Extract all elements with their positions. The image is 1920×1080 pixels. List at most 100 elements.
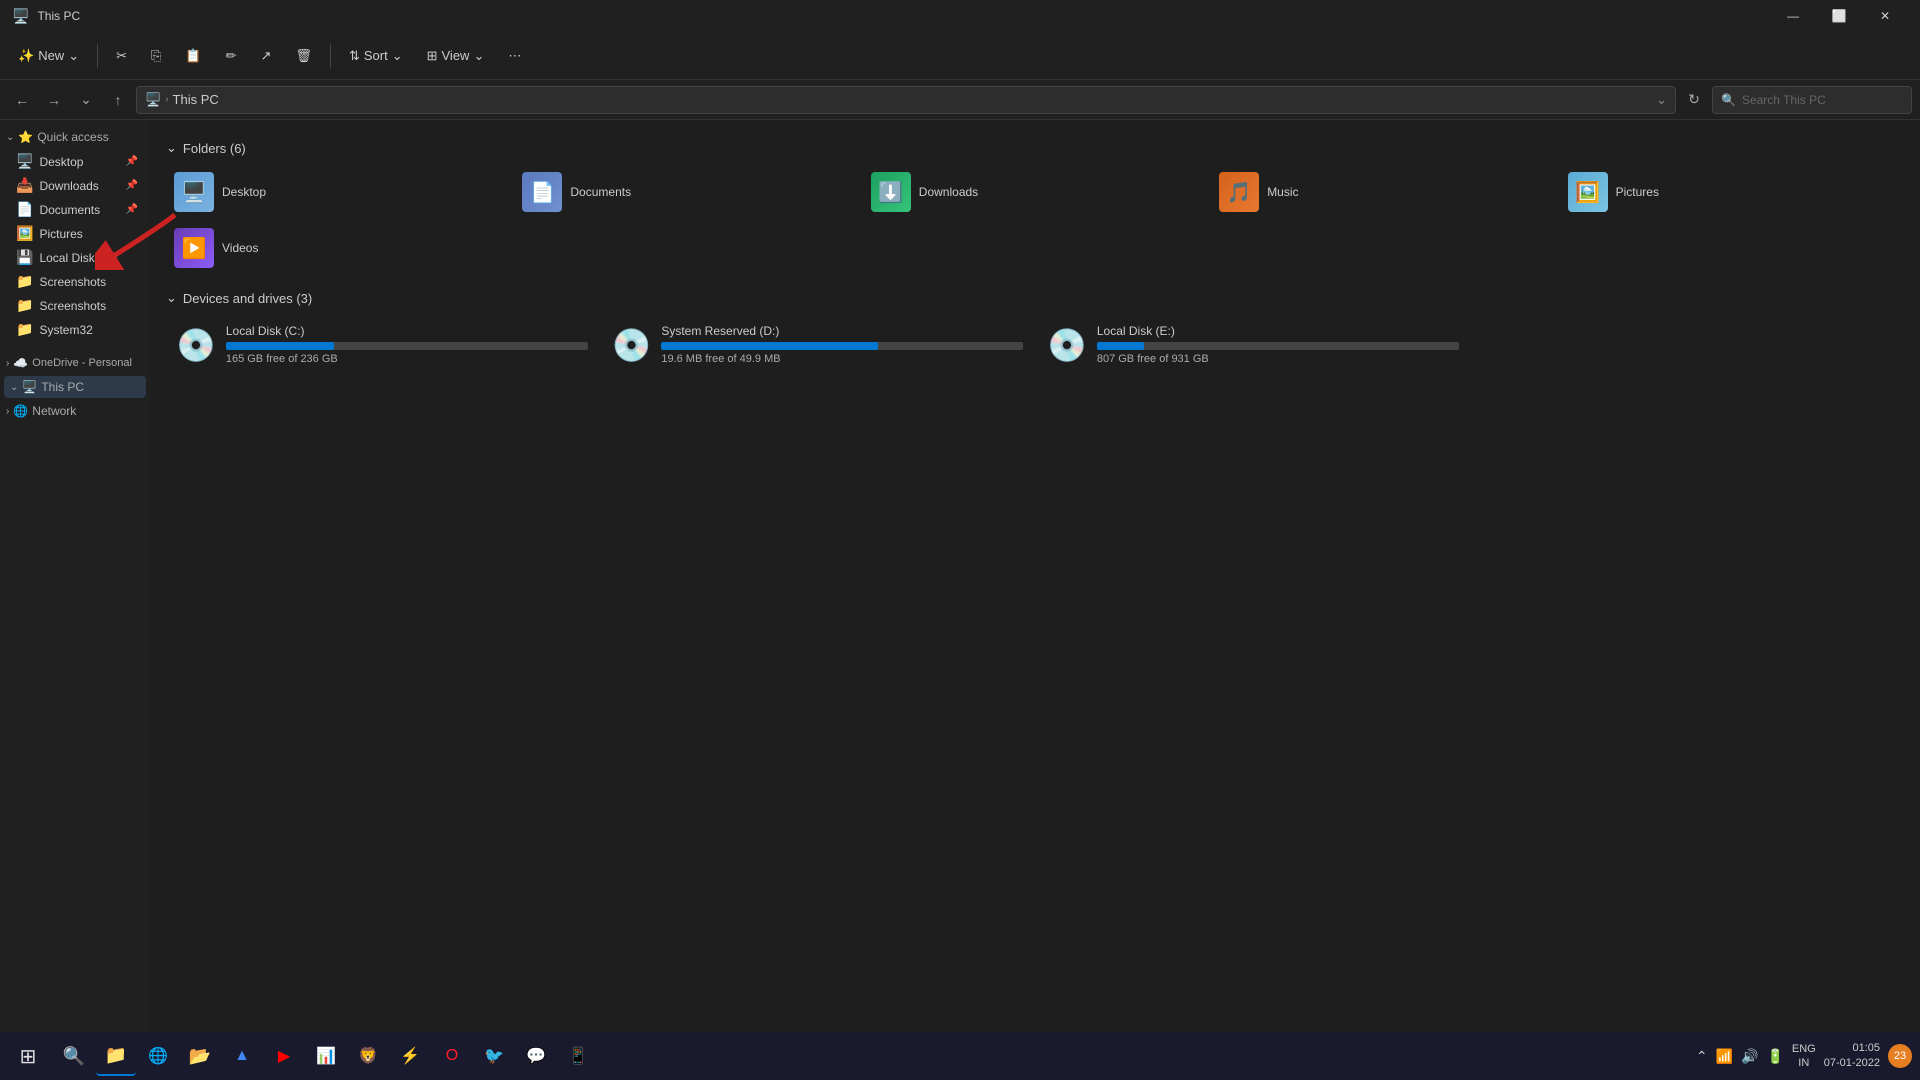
up-button[interactable]: ↑ bbox=[104, 86, 132, 114]
sidebar-item-pictures[interactable]: 🖼️ Pictures bbox=[4, 222, 146, 245]
battery-icon[interactable]: 🔋 bbox=[1766, 1048, 1783, 1065]
quick-access-section[interactable]: ⌄ ⭐ Quick access bbox=[0, 126, 150, 148]
refresh-button[interactable]: ↻ bbox=[1680, 86, 1708, 114]
user-avatar[interactable]: 23 bbox=[1888, 1044, 1912, 1068]
drive-c-name: Local Disk (C:) bbox=[226, 324, 588, 338]
clock[interactable]: 01:05 07-01-2022 bbox=[1824, 1041, 1880, 1072]
drive-e[interactable]: 💿 Local Disk (E:) 807 GB free of 931 GB bbox=[1037, 316, 1469, 373]
rename-button[interactable]: ✏ bbox=[216, 38, 247, 74]
search-box[interactable]: 🔍 Search This PC bbox=[1712, 86, 1912, 114]
folder-music-name: Music bbox=[1267, 185, 1298, 199]
audio-icon[interactable]: 🔊 bbox=[1741, 1048, 1758, 1065]
brave-taskbar-icon: 🦁 bbox=[358, 1046, 378, 1066]
taskbar-drive[interactable]: ▲ bbox=[222, 1036, 262, 1076]
drive-c[interactable]: 💿 Local Disk (C:) 165 GB free of 236 GB bbox=[166, 316, 598, 373]
devices-chevron-icon: ⌄ bbox=[166, 290, 177, 306]
folder-pictures[interactable]: 🖼️ Pictures bbox=[1560, 166, 1904, 218]
drive-c-bar-fill bbox=[226, 342, 334, 350]
this-pc-label: This PC bbox=[41, 380, 84, 394]
main-layout: ⌄ ⭐ Quick access 🖥️ Desktop 📌 📥 Download… bbox=[0, 120, 1920, 1052]
cut-button[interactable]: ✂ bbox=[106, 38, 137, 74]
drive-d[interactable]: 💿 System Reserved (D:) 19.6 MB free of 4… bbox=[602, 316, 1034, 373]
search-taskbar-icon: 🔍 bbox=[63, 1046, 85, 1067]
maximize-button[interactable]: ⬜ bbox=[1816, 0, 1862, 32]
address-path[interactable]: 🖥️ › This PC ⌄ bbox=[136, 86, 1676, 114]
folder-pictures-name: Pictures bbox=[1616, 185, 1659, 199]
address-dropdown-button[interactable]: ⌄ bbox=[1656, 92, 1667, 108]
taskbar-files[interactable]: 📂 bbox=[180, 1036, 220, 1076]
lang-region: IN bbox=[1792, 1056, 1816, 1070]
more-button[interactable]: ⋯ bbox=[498, 38, 531, 74]
drive-c-icon: 💿 bbox=[176, 326, 216, 364]
folder-downloads[interactable]: ⬇️ Downloads bbox=[863, 166, 1207, 218]
this-pc-section[interactable]: ⌄ 🖥️ This PC bbox=[4, 376, 146, 398]
taskbar-explorer[interactable]: 📁 bbox=[96, 1036, 136, 1076]
delete-button[interactable]: 🗑 bbox=[285, 38, 322, 74]
sidebar-item-screenshots1[interactable]: 📁 Screenshots bbox=[4, 270, 146, 293]
devices-section-header[interactable]: ⌄ Devices and drives (3) bbox=[166, 290, 1904, 306]
bittorrent-taskbar-icon: ⚡ bbox=[400, 1046, 420, 1066]
sidebar-item-system32-label: System32 bbox=[39, 323, 92, 337]
local-disk-e-icon: 💾 bbox=[16, 249, 33, 266]
folders-grid: 🖥️ Desktop 📄 Documents ⬇️ Downloads bbox=[166, 166, 1904, 274]
folder-documents-name: Documents bbox=[570, 185, 631, 199]
clock-time: 01:05 bbox=[1824, 1041, 1880, 1056]
drive-d-free: 19.6 MB free of 49.9 MB bbox=[661, 353, 1023, 365]
forward-button[interactable]: → bbox=[40, 86, 68, 114]
sidebar-item-desktop[interactable]: 🖥️ Desktop 📌 bbox=[4, 150, 146, 173]
taskbar-signal[interactable]: 💬 bbox=[516, 1036, 556, 1076]
drive-c-free: 165 GB free of 236 GB bbox=[226, 353, 588, 365]
folder-desktop[interactable]: 🖥️ Desktop bbox=[166, 166, 510, 218]
sort-label: Sort bbox=[364, 48, 388, 63]
share-button[interactable]: ↗ bbox=[251, 38, 282, 74]
path-icon: 🖥️ bbox=[145, 92, 161, 108]
desktop-pin-icon: 📌 bbox=[126, 156, 138, 167]
copy-button[interactable]: ⎘ bbox=[141, 38, 171, 74]
taskbar-youtube[interactable]: ▶ bbox=[264, 1036, 304, 1076]
taskbar-twitter[interactable]: 🐦 bbox=[474, 1036, 514, 1076]
folder-videos[interactable]: ▶️ Videos bbox=[166, 222, 510, 274]
taskbar-opera[interactable]: O bbox=[432, 1036, 472, 1076]
view-button[interactable]: ⊞ View ⌄ bbox=[417, 38, 495, 74]
onedrive-label: OneDrive - Personal bbox=[32, 357, 132, 369]
new-icon: ✨ bbox=[18, 48, 34, 64]
sidebar-item-downloads[interactable]: 📥 Downloads 📌 bbox=[4, 174, 146, 197]
language-indicator[interactable]: ENG IN bbox=[1792, 1042, 1816, 1071]
sidebar-item-local-disk-e[interactable]: 💾 Local Disk (E:) bbox=[4, 246, 146, 269]
folders-section-header[interactable]: ⌄ Folders (6) bbox=[166, 140, 1904, 156]
folder-music-thumb: 🎵 bbox=[1219, 172, 1259, 212]
sidebar-item-screenshots2[interactable]: 📁 Screenshots bbox=[4, 294, 146, 317]
start-button[interactable]: ⊞ bbox=[8, 1036, 48, 1076]
paste-button[interactable]: 📋 bbox=[175, 38, 211, 74]
back-button[interactable]: ← bbox=[8, 86, 36, 114]
folder-videos-thumb: ▶️ bbox=[174, 228, 214, 268]
close-button[interactable]: ✕ bbox=[1862, 0, 1908, 32]
taskbar-sheets[interactable]: 📊 bbox=[306, 1036, 346, 1076]
devices-header-text: Devices and drives (3) bbox=[183, 291, 312, 306]
network-section[interactable]: › 🌐 Network bbox=[0, 400, 150, 422]
rename-icon: ✏ bbox=[226, 48, 237, 64]
new-button[interactable]: ✨ New ⌄ bbox=[8, 38, 89, 74]
address-bar: ← → ⌄ ↑ 🖥️ › This PC ⌄ ↻ 🔍 Search This P… bbox=[0, 80, 1920, 120]
onedrive-section[interactable]: › ☁️ OneDrive - Personal bbox=[0, 352, 150, 374]
taskbar-brave[interactable]: 🦁 bbox=[348, 1036, 388, 1076]
this-pc-chevron: ⌄ bbox=[10, 382, 18, 393]
system-tray-expand[interactable]: ⌃ bbox=[1696, 1048, 1708, 1065]
taskbar-bittorrent[interactable]: ⚡ bbox=[390, 1036, 430, 1076]
folder-music[interactable]: 🎵 Music bbox=[1211, 166, 1555, 218]
onedrive-icon: ☁️ bbox=[13, 356, 28, 370]
folder-documents[interactable]: 📄 Documents bbox=[514, 166, 858, 218]
sidebar-item-system32[interactable]: 📁 System32 bbox=[4, 318, 146, 341]
sort-button[interactable]: ⇅ Sort ⌄ bbox=[339, 38, 413, 74]
recent-button[interactable]: ⌄ bbox=[72, 86, 100, 114]
wifi-icon[interactable]: 📶 bbox=[1716, 1048, 1733, 1065]
view-label: View bbox=[442, 48, 470, 63]
drive-e-bar-fill bbox=[1097, 342, 1144, 350]
title-bar-title: This PC bbox=[37, 9, 1762, 23]
minimize-button[interactable]: — bbox=[1770, 0, 1816, 32]
taskbar: ⊞ 🔍 📁 🌐 📂 ▲ ▶ 📊 🦁 ⚡ O 🐦 💬 📱 ⌃ 📶 🔊 🔋 bbox=[0, 1032, 1920, 1080]
taskbar-chrome[interactable]: 🌐 bbox=[138, 1036, 178, 1076]
taskbar-search[interactable]: 🔍 bbox=[54, 1036, 94, 1076]
sidebar-item-documents[interactable]: 📄 Documents 📌 bbox=[4, 198, 146, 221]
taskbar-whatsapp[interactable]: 📱 bbox=[558, 1036, 598, 1076]
